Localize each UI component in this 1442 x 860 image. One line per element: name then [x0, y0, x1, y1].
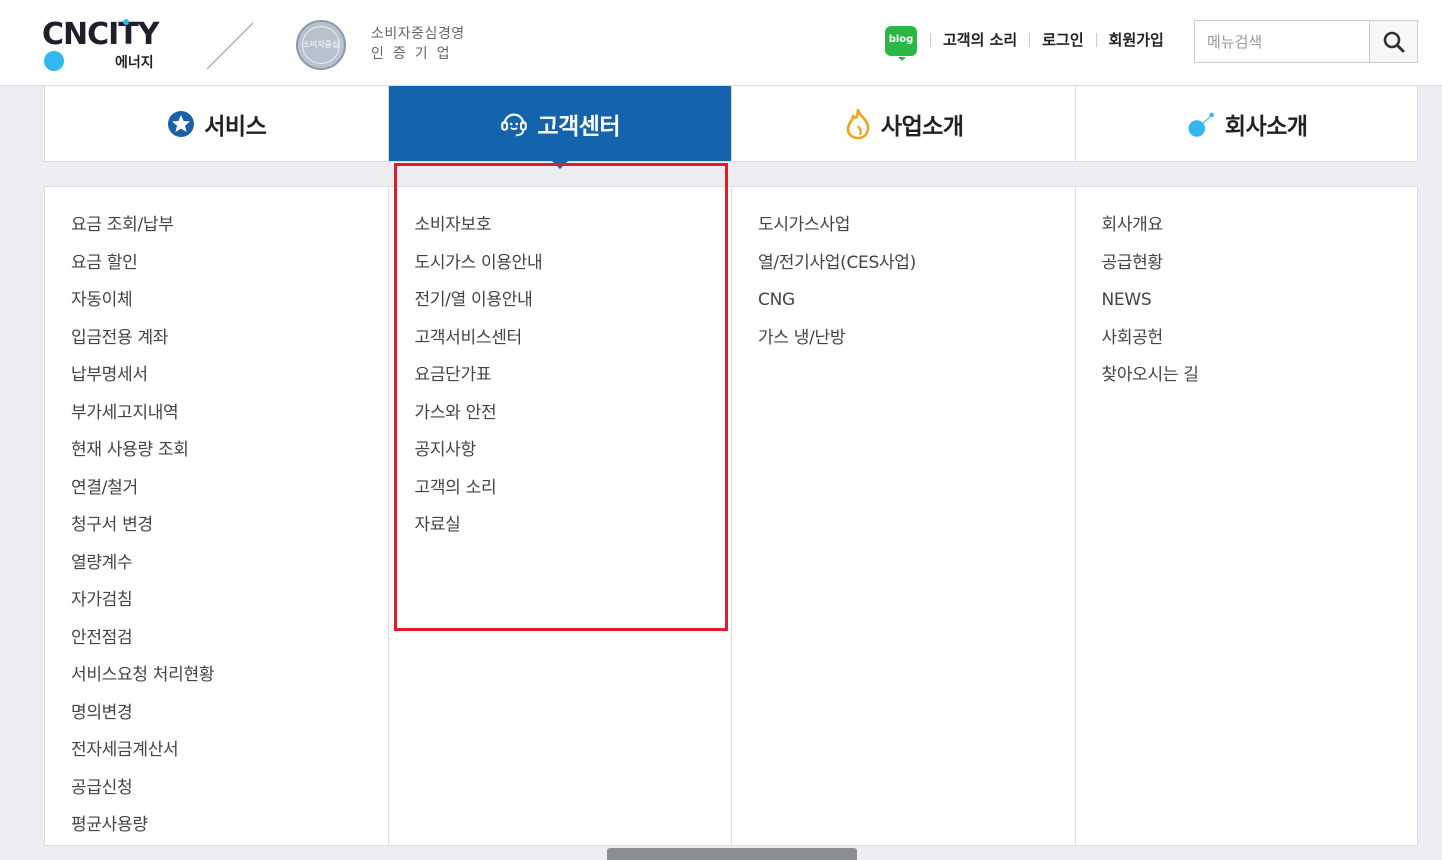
menu-item[interactable]: 사회공헌 — [1102, 320, 1420, 358]
menu-item[interactable]: 요금 조회/납부 — [71, 207, 388, 245]
main-nav: 서비스 고객센터 사업소개 회사소개 — [44, 86, 1420, 169]
menu-item[interactable]: 도시가스사업 — [758, 207, 1075, 245]
top-links: 고객의 소리 로그인 회원가입 — [930, 30, 1176, 50]
logo-dot — [44, 51, 64, 71]
menu-item[interactable]: 명의변경 — [71, 695, 388, 733]
menu-item[interactable]: 자료실 — [415, 507, 732, 545]
menu-item[interactable]: 자동이체 — [71, 282, 388, 320]
divider-slash — [206, 22, 254, 70]
cert-subtitle: 인증기업 — [371, 46, 459, 62]
login-link[interactable]: 로그인 — [1029, 33, 1095, 48]
menu-item[interactable]: 공급신청 — [71, 770, 388, 808]
menu-item[interactable]: CNG — [758, 282, 1075, 320]
site-logo[interactable]: CNCITY 에너지 — [42, 17, 172, 71]
menu-item[interactable]: 도시가스 이용안내 — [415, 245, 732, 283]
tab-service[interactable]: 서비스 — [45, 86, 389, 161]
menu-column-customer: 소비자보호 도시가스 이용안내 전기/열 이용안내 고객서비스센터 요금단가표 … — [389, 187, 732, 845]
menu-item[interactable]: 청구서 변경 — [71, 507, 388, 545]
tab-company[interactable]: 회사소개 — [1076, 86, 1420, 161]
tab-business-label: 사업소개 — [880, 113, 964, 140]
menu-item[interactable]: 고객의 소리 — [415, 470, 732, 508]
certification-badge: 소비자중심 — [296, 20, 346, 70]
blog-icon[interactable]: blog — [885, 26, 917, 61]
menu-search — [1194, 20, 1418, 63]
menu-item[interactable]: 가스 냉/난방 — [758, 320, 1075, 358]
signup-link[interactable]: 회원가입 — [1095, 33, 1176, 48]
tab-service-label: 서비스 — [204, 113, 267, 140]
menu-item[interactable]: 고객서비스센터 — [415, 320, 732, 358]
menu-item[interactable]: 공급현황 — [1102, 245, 1420, 283]
site-header: CNCITY 에너지 소비자중심 소비자중심경영 인증기업 blog 고객의 소… — [0, 0, 1442, 86]
menu-item[interactable]: 요금단가표 — [415, 357, 732, 395]
menu-item[interactable]: 자가검침 — [71, 582, 388, 620]
menu-close-tab[interactable] — [607, 848, 857, 860]
menu-item[interactable]: 연결/철거 — [71, 470, 388, 508]
menu-search-input[interactable] — [1195, 21, 1369, 62]
menu-item[interactable]: 납부명세서 — [71, 357, 388, 395]
menu-item[interactable]: 회사개요 — [1102, 207, 1420, 245]
menu-item[interactable]: 전기/열 이용안내 — [415, 282, 732, 320]
menu-column-company: 회사개요 공급현황 NEWS 사회공헌 찾아오시는 길 — [1076, 187, 1420, 845]
menu-item[interactable]: 열/전기사업(CES사업) — [758, 245, 1075, 283]
menu-item[interactable]: 찾아오시는 길 — [1102, 357, 1420, 395]
mega-menu-panel: 요금 조회/납부 요금 할인 자동이체 입금전용 계좌 납부명세서 부가세고지내… — [44, 186, 1418, 846]
menu-item[interactable]: 소비자보호 — [415, 207, 732, 245]
menu-item[interactable]: 현재 사용량 조회 — [71, 432, 388, 470]
logo-subtitle: 에너지 — [115, 55, 154, 71]
menu-column-service: 요금 조회/납부 요금 할인 자동이체 입금전용 계좌 납부명세서 부가세고지내… — [45, 187, 389, 845]
menu-item[interactable]: NEWS — [1102, 282, 1420, 320]
voice-of-customer-link[interactable]: 고객의 소리 — [930, 33, 1029, 48]
tab-company-label: 회사소개 — [1224, 113, 1308, 140]
flame-icon — [843, 108, 873, 139]
menu-item[interactable]: 평균사용량 — [71, 807, 388, 845]
headset-icon — [499, 109, 529, 139]
tab-customer-center[interactable]: 고객센터 — [388, 86, 732, 169]
tab-business[interactable]: 사업소개 — [732, 86, 1076, 161]
menu-item[interactable]: 요금 할인 — [71, 245, 388, 283]
cert-title: 소비자중심경영 — [371, 26, 465, 42]
menu-item[interactable]: 입금전용 계좌 — [71, 320, 388, 358]
menu-item[interactable]: 부가세고지내역 — [71, 395, 388, 433]
logo-dot-small — [123, 19, 129, 25]
star-badge-icon — [166, 109, 196, 139]
search-button[interactable] — [1369, 21, 1417, 62]
tab-customer-center-label: 고객센터 — [537, 113, 621, 140]
menu-column-business: 도시가스사업 열/전기사업(CES사업) CNG 가스 냉/난방 — [732, 187, 1076, 845]
menu-item[interactable]: 전자세금계산서 — [71, 732, 388, 770]
logo-text: CNCITY — [42, 17, 159, 52]
menu-item[interactable]: 서비스요청 처리현황 — [71, 657, 388, 695]
menu-item[interactable]: 열량계수 — [71, 545, 388, 583]
menu-item[interactable]: 가스와 안전 — [415, 395, 732, 433]
menu-item[interactable]: 공지사항 — [415, 432, 732, 470]
menu-item[interactable]: 안전점검 — [71, 620, 388, 658]
search-icon — [1383, 31, 1404, 52]
dot-icon — [1187, 109, 1217, 139]
